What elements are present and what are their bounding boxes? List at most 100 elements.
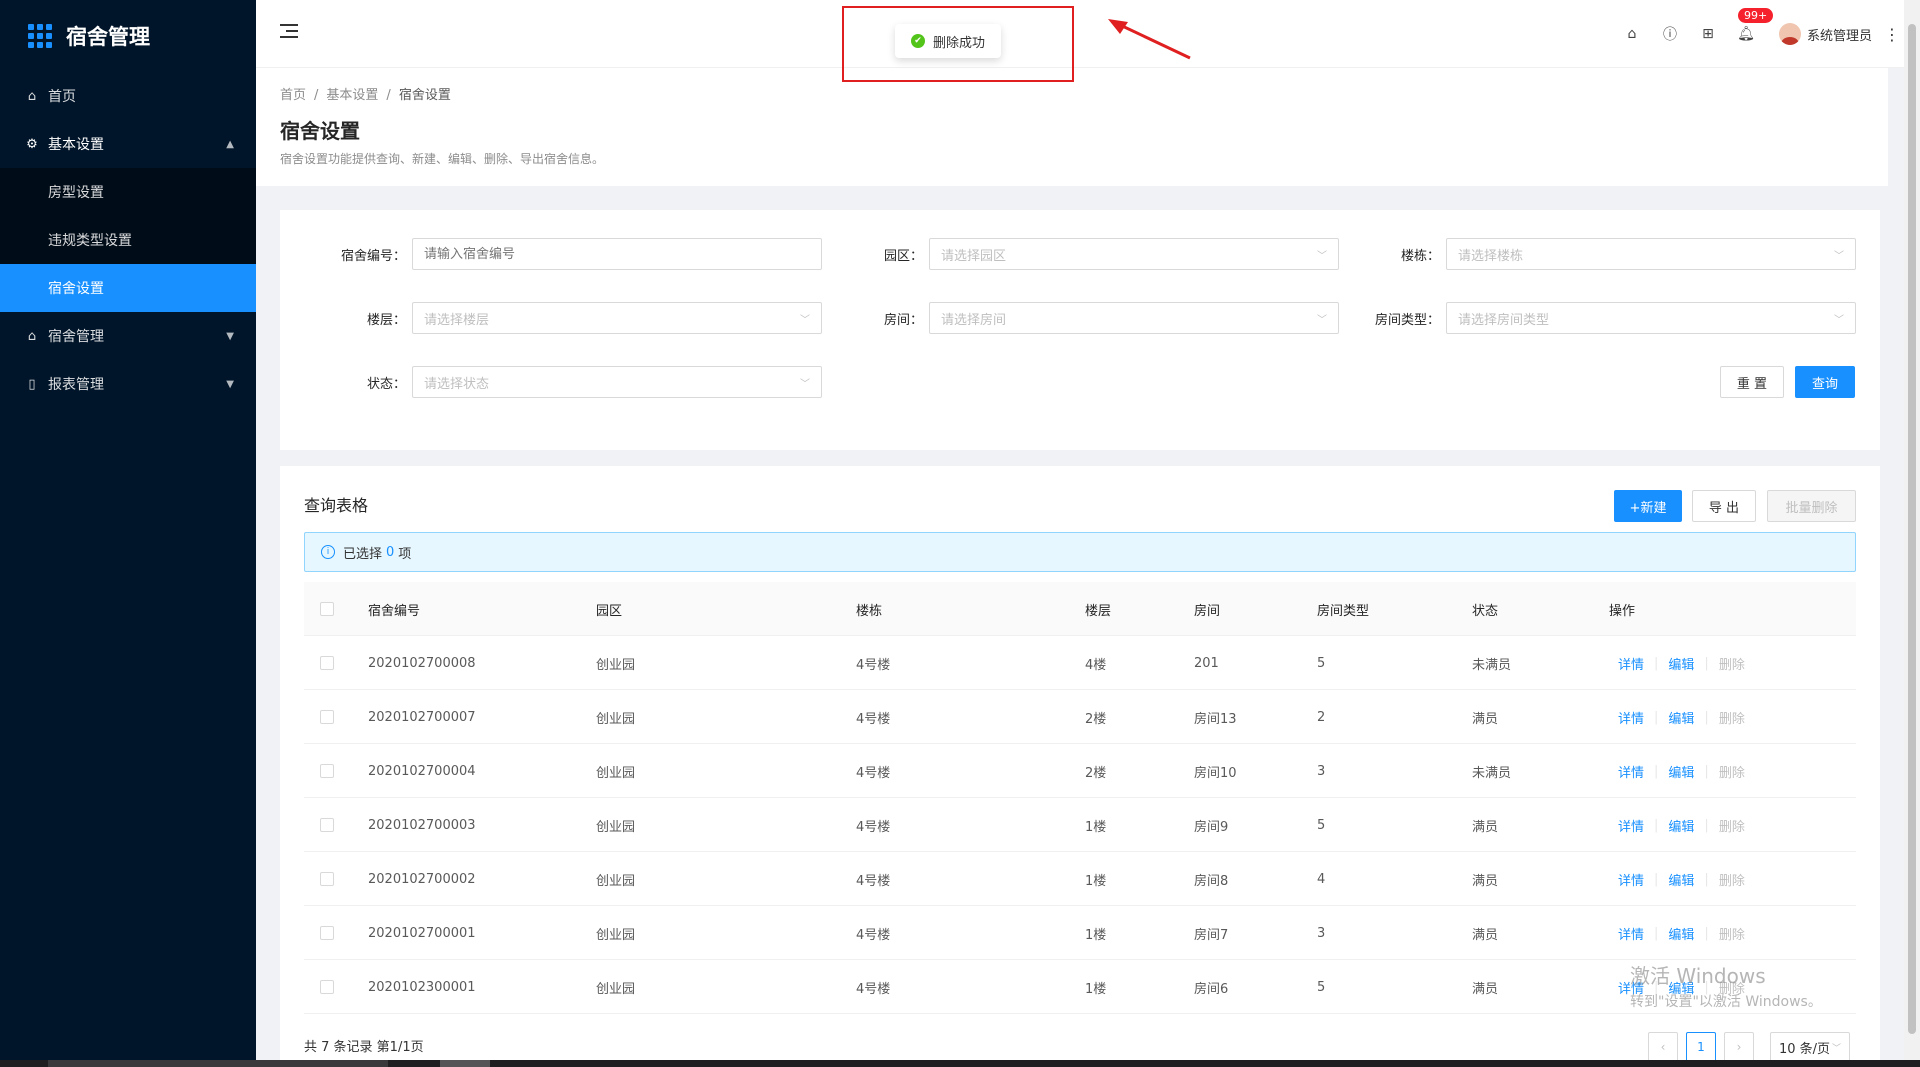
batch-delete-button[interactable]: 批量删除 [1767,490,1856,522]
delete-link[interactable]: 删除 [1719,816,1745,835]
menu-fold-icon[interactable] [280,24,298,40]
sidebar: 宿舍管理 ⌂ 首页 ⚙ 基本设置 ▲ 房型设置 违规类型设置 宿舍设置 ⌂ 宿舍… [0,0,256,1060]
cell-status: 满员 [1472,873,1499,889]
delete-link[interactable]: 删除 [1719,924,1745,943]
delete-link[interactable]: 删除 [1719,870,1745,889]
cell-building: 4号楼 [856,981,891,997]
room-type-select[interactable]: 请选择房间类型 ﹀ [1446,302,1856,334]
query-button[interactable]: 查询 [1795,366,1855,398]
header-floor[interactable]: 楼层 [1085,582,1111,636]
row-checkbox[interactable] [320,818,334,832]
delete-link[interactable]: 删除 [1719,708,1745,727]
edit-link[interactable]: 编辑 [1668,816,1694,835]
detail-link[interactable]: 详情 [1618,870,1644,889]
edit-link[interactable]: 编辑 [1668,762,1694,781]
table-row: 2020102700004 创业园 4号楼 2楼 房间10 3 未满员 详情 | 编辑 | 删除 [304,744,1856,798]
table-body: 2020102700008 创业园 4号楼 4楼 201 5 未满员 详情 | 编辑 | 删除 2020… [304,636,1856,1014]
row-checkbox[interactable] [320,764,334,778]
header-dorm-number[interactable]: 宿舍编号 [368,582,420,636]
apps-icon[interactable]: ⊞ [1700,26,1716,42]
header-status[interactable]: 状态 [1472,582,1498,636]
field-label: 楼栋： [1400,248,1440,264]
park-select[interactable]: 请选择园区 ﹀ [929,238,1339,270]
sidebar-item-basic-settings[interactable]: ⚙ 基本设置 ▲ [0,120,256,168]
sidebar-item-violation-type[interactable]: 违规类型设置 [0,216,256,264]
chevron-up-icon: ▲ [226,138,234,150]
home-icon: ⌂ [27,88,37,104]
select-placeholder: 请选择房间 [941,312,1007,328]
field-dorm-number: 宿舍编号： [304,238,822,270]
windows-watermark: 激活 Windows 转到"设置"以激活 Windows。 [1630,960,1822,1011]
page-size-select[interactable]: 10 条/页 ﹀ [1770,1032,1850,1062]
cell-status: 未满员 [1472,765,1512,781]
selected-prefix: 已选择 [343,546,383,562]
cell-building: 4号楼 [856,711,891,727]
detail-link[interactable]: 详情 [1618,762,1644,781]
select-placeholder: 请选择房间类型 [1458,312,1550,328]
select-placeholder: 请选择楼栋 [1458,248,1524,264]
breadcrumb-home[interactable]: 首页 [280,88,306,103]
scrollbar-thumb[interactable] [1908,24,1916,1034]
select-all-checkbox[interactable] [320,602,334,616]
detail-link[interactable]: 详情 [1618,708,1644,727]
header-room-type[interactable]: 房间类型 [1317,582,1369,636]
sidebar-item-dorm-settings[interactable]: 宿舍设置 [0,264,256,312]
notification-badge: 99+ [1737,8,1774,23]
user-name[interactable]: 系统管理员 [1807,25,1872,44]
app-logo[interactable]: 宿舍管理 [0,0,256,72]
sidebar-item-reports[interactable]: ▯ 报表管理 ▼ [0,360,256,408]
row-checkbox[interactable] [320,710,334,724]
field-label: 楼层： [366,312,406,328]
table-row: 2020102700008 创业园 4号楼 4楼 201 5 未满员 详情 | 编辑 | 删除 [304,636,1856,690]
cell-building: 4号楼 [856,927,891,943]
taskbar-item[interactable] [48,1060,388,1067]
prev-page-button[interactable]: ‹ [1648,1032,1678,1062]
edit-link[interactable]: 编辑 [1668,654,1694,673]
sidebar-item-label: 房型设置 [48,185,104,201]
taskbar-item[interactable] [440,1060,490,1067]
delete-link[interactable]: 删除 [1719,762,1745,781]
row-checkbox[interactable] [320,872,334,886]
page-number-button[interactable]: 1 [1686,1032,1716,1062]
new-button[interactable]: +新建 [1614,490,1682,522]
sidebar-item-dorm-management[interactable]: ⌂ 宿舍管理 ▼ [0,312,256,360]
detail-link[interactable]: 详情 [1618,654,1644,673]
row-checkbox[interactable] [320,656,334,670]
delete-link[interactable]: 删除 [1719,654,1745,673]
field-label: 房间： [883,312,923,328]
sidebar-item-home[interactable]: ⌂ 首页 [0,72,256,120]
avatar[interactable] [1778,23,1801,45]
header-building[interactable]: 楼栋 [856,582,882,636]
next-page-button[interactable]: › [1724,1032,1754,1062]
cell-room: 房间13 [1194,711,1237,727]
home-icon[interactable]: ⌂ [1624,26,1640,42]
breadcrumb-basic-settings[interactable]: 基本设置 [326,88,378,103]
reset-button[interactable]: 重 置 [1720,366,1784,398]
cell-building: 4号楼 [856,657,891,673]
selection-alert: i 已选择 0 项 [304,532,1856,572]
header-park[interactable]: 园区 [596,582,622,636]
page-header: 首页 / 基本设置 / 宿舍设置 宿舍设置 宿舍设置功能提供查询、新建、编辑、删除、导出… [256,68,1888,186]
edit-link[interactable]: 编辑 [1668,708,1694,727]
room-select[interactable]: 请选择房间 ﹀ [929,302,1339,334]
detail-link[interactable]: 详情 [1618,816,1644,835]
question-icon[interactable]: ⓘ [1662,26,1678,43]
sidebar-item-room-type[interactable]: 房型设置 [0,168,256,216]
edit-link[interactable]: 编辑 [1668,924,1694,943]
chevron-down-icon: ﹀ [1317,314,1327,326]
row-checkbox[interactable] [320,980,334,994]
watermark-line2: 转到"设置"以激活 Windows。 [1630,994,1822,1010]
dorm-number-input[interactable] [412,238,822,270]
more-vertical-icon[interactable]: ⋮ [1884,25,1900,44]
table-row: 2020102700003 创业园 4号楼 1楼 房间9 5 满员 详情 | 编辑 | 删除 [304,798,1856,852]
header-room[interactable]: 房间 [1194,582,1220,636]
building-select[interactable]: 请选择楼栋 ﹀ [1446,238,1856,270]
floor-select[interactable]: 请选择楼层 ﹀ [412,302,822,334]
row-checkbox[interactable] [320,926,334,940]
cell-status: 满员 [1472,819,1499,835]
export-button[interactable]: 导 出 [1692,490,1756,522]
detail-link[interactable]: 详情 [1618,924,1644,943]
edit-link[interactable]: 编辑 [1668,870,1694,889]
bell-icon[interactable]: 🔔︎ 99+ [1737,8,1774,42]
status-select[interactable]: 请选择状态 ﹀ [412,366,822,398]
